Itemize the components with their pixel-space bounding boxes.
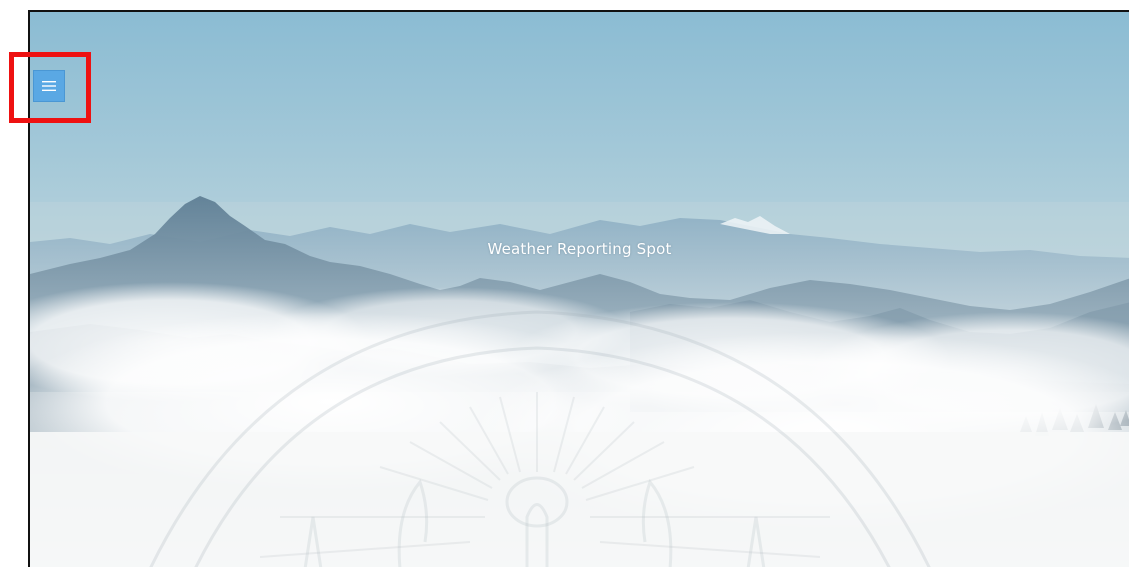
page-title: Weather Reporting Spot: [487, 240, 672, 258]
hero-background: Weather Reporting Spot: [30, 12, 1129, 567]
browser-viewport: Weather Reporting Spot: [28, 10, 1129, 567]
mountain-landscape-image: [30, 196, 1129, 567]
hamburger-menu-button[interactable]: [33, 70, 65, 102]
hamburger-menu-icon: [42, 81, 56, 91]
